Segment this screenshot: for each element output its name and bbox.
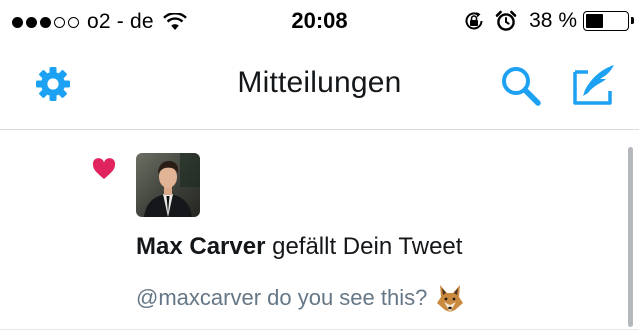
rotation-lock-icon bbox=[465, 12, 483, 30]
signal-dot bbox=[26, 16, 37, 28]
action-text: gefällt Dein Tweet bbox=[265, 233, 463, 260]
navigation-bar: Mitteilungen bbox=[0, 44, 639, 130]
signal-strength-icon bbox=[12, 16, 79, 28]
battery-tip bbox=[631, 17, 634, 24]
divider bbox=[0, 329, 639, 330]
carrier-name: o2 - de bbox=[87, 10, 154, 33]
status-left: o2 - de bbox=[12, 9, 187, 35]
signal-dot bbox=[40, 16, 51, 28]
signal-dot bbox=[54, 16, 65, 28]
fox-emoji bbox=[437, 285, 464, 312]
page-title: Mitteilungen bbox=[237, 66, 402, 99]
status-bar: o2 - de 20:08 38 % bbox=[0, 0, 639, 44]
tweet-preview[interactable]: @maxcarver do you see this? bbox=[136, 283, 465, 313]
user-name-link[interactable]: Max Carver bbox=[136, 233, 265, 260]
signal-dot bbox=[12, 16, 23, 28]
compose-icon bbox=[573, 65, 614, 105]
search-icon bbox=[502, 67, 541, 106]
screen: o2 - de 20:08 38 % Mitteilungen Max Carv… bbox=[0, 0, 639, 336]
battery-icon bbox=[583, 11, 634, 31]
heart-icon bbox=[92, 158, 116, 179]
alarm-icon bbox=[495, 10, 517, 31]
avatar[interactable] bbox=[136, 153, 200, 217]
compose-button[interactable] bbox=[572, 63, 618, 107]
avatar-photo bbox=[136, 153, 200, 217]
search-button[interactable] bbox=[499, 64, 543, 108]
notification-item[interactable]: Max Carver gefällt Dein Tweet @maxcarver… bbox=[0, 131, 630, 336]
battery-percent: 38 % bbox=[529, 9, 577, 32]
signal-dot bbox=[68, 16, 79, 28]
battery-fill bbox=[586, 14, 603, 28]
scrollbar[interactable] bbox=[628, 147, 633, 327]
notifications-list: Max Carver gefällt Dein Tweet @maxcarver… bbox=[0, 131, 639, 336]
status-right: 38 % bbox=[463, 8, 634, 34]
notification-text: Max Carver gefällt Dein Tweet bbox=[136, 233, 462, 261]
wifi-icon bbox=[162, 13, 187, 30]
tweet-text: @maxcarver do you see this? bbox=[136, 285, 428, 310]
